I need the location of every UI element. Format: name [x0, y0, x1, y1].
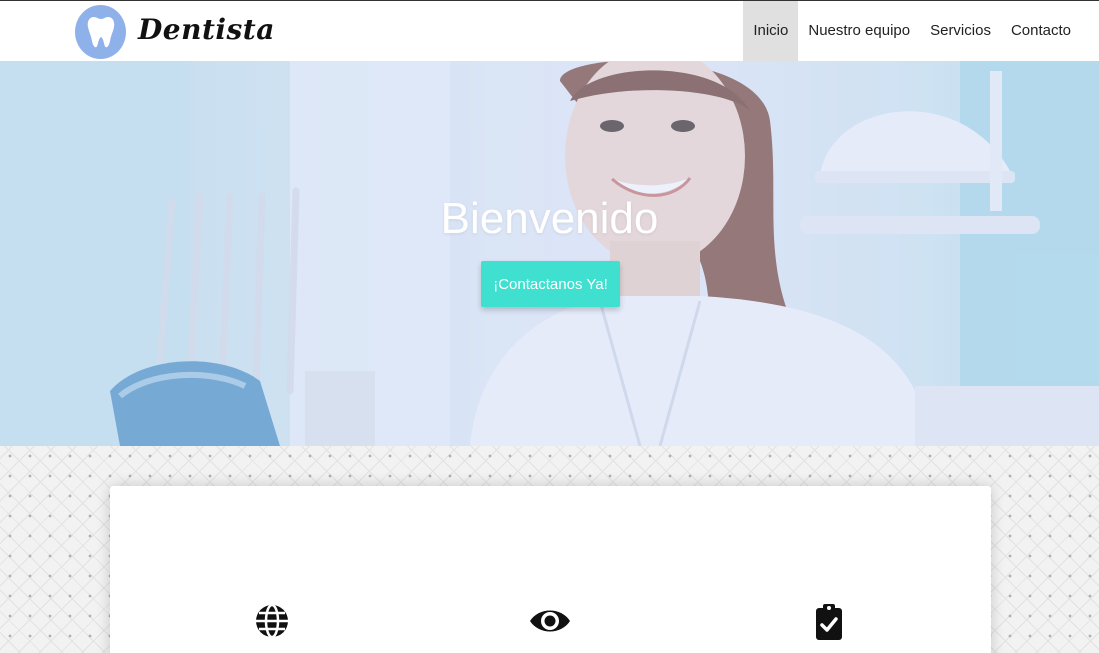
site-header: Dentista Inicio Nuestro equipo Servicios… [0, 0, 1099, 61]
hero-banner: Bienvenido ¡Contactanos Ya! [0, 61, 1099, 446]
nav-item-servicios[interactable]: Servicios [920, 1, 1001, 61]
hero-overlay [0, 61, 1099, 446]
tooth-icon [87, 17, 114, 48]
contact-cta-button[interactable]: ¡Contactanos Ya! [481, 261, 620, 307]
nav-item-inicio[interactable]: Inicio [743, 1, 799, 61]
clipboard-check-icon [816, 604, 842, 640]
eye-icon [530, 610, 570, 632]
logo[interactable] [75, 5, 126, 59]
brand-name[interactable]: Dentista [138, 13, 275, 46]
globe-icon [256, 603, 288, 639]
hero-title: Bienvenido [440, 194, 659, 243]
nav-item-nuestro-equipo[interactable]: Nuestro equipo [798, 1, 920, 61]
nav-item-contacto[interactable]: Contacto [1001, 1, 1081, 61]
main-nav: Inicio Nuestro equipo Servicios Contacto [743, 1, 1081, 61]
